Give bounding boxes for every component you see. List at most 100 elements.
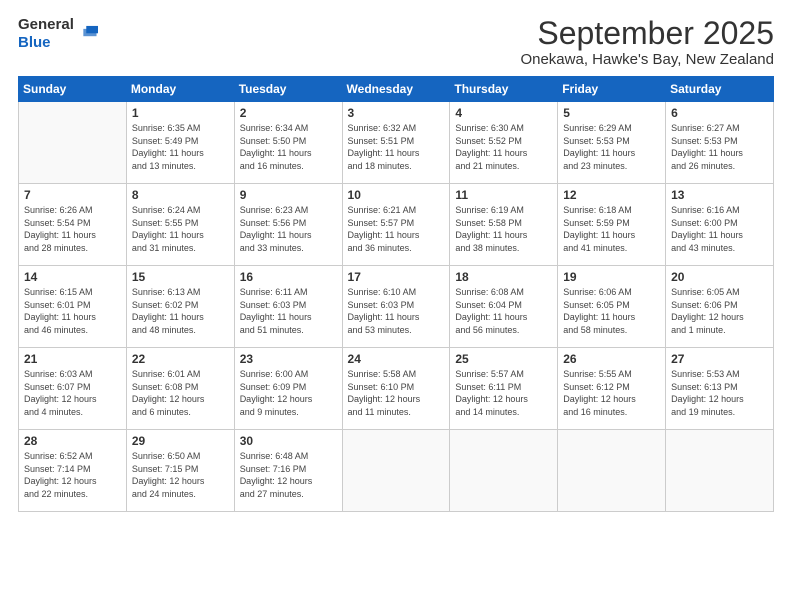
calendar-cell xyxy=(450,430,558,512)
day-number: 1 xyxy=(132,106,229,120)
day-number: 30 xyxy=(240,434,337,448)
day-info: Sunrise: 6:52 AM Sunset: 7:14 PM Dayligh… xyxy=(24,450,121,500)
calendar-cell: 17 Sunrise: 6:10 AM Sunset: 6:03 PM Dayli… xyxy=(342,266,450,348)
day-info: Sunrise: 6:05 AM Sunset: 6:06 PM Dayligh… xyxy=(671,286,768,336)
day-info: Sunrise: 6:08 AM Sunset: 6:04 PM Dayligh… xyxy=(455,286,552,336)
day-info: Sunrise: 6:03 AM Sunset: 6:07 PM Dayligh… xyxy=(24,368,121,418)
header-thursday: Thursday xyxy=(450,77,558,102)
header: General Blue September 2025 Onekawa, Haw… xyxy=(18,16,774,68)
calendar-cell xyxy=(666,430,774,512)
day-info: Sunrise: 6:26 AM Sunset: 5:54 PM Dayligh… xyxy=(24,204,121,254)
day-number: 16 xyxy=(240,270,337,284)
day-info: Sunrise: 6:21 AM Sunset: 5:57 PM Dayligh… xyxy=(348,204,445,254)
calendar-cell: 22 Sunrise: 6:01 AM Sunset: 6:08 PM Dayli… xyxy=(126,348,234,430)
day-number: 8 xyxy=(132,188,229,202)
header-monday: Monday xyxy=(126,77,234,102)
day-info: Sunrise: 5:55 AM Sunset: 6:12 PM Dayligh… xyxy=(563,368,660,418)
calendar-cell: 18 Sunrise: 6:08 AM Sunset: 6:04 PM Dayli… xyxy=(450,266,558,348)
day-info: Sunrise: 6:27 AM Sunset: 5:53 PM Dayligh… xyxy=(671,122,768,172)
day-info: Sunrise: 6:13 AM Sunset: 6:02 PM Dayligh… xyxy=(132,286,229,336)
day-number: 26 xyxy=(563,352,660,366)
calendar-cell: 15 Sunrise: 6:13 AM Sunset: 6:02 PM Dayli… xyxy=(126,266,234,348)
calendar-cell: 13 Sunrise: 6:16 AM Sunset: 6:00 PM Dayli… xyxy=(666,184,774,266)
day-info: Sunrise: 6:34 AM Sunset: 5:50 PM Dayligh… xyxy=(240,122,337,172)
calendar-cell: 27Sunrise: 5:53 AM Sunset: 6:13 PM Dayli… xyxy=(666,348,774,430)
calendar-cell: 19 Sunrise: 6:06 AM Sunset: 6:05 PM Dayli… xyxy=(558,266,666,348)
calendar-cell xyxy=(558,430,666,512)
calendar-header-row: SundayMondayTuesdayWednesdayThursdayFrid… xyxy=(19,77,774,102)
calendar-week-row: 28 Sunrise: 6:52 AM Sunset: 7:14 PM Dayli… xyxy=(19,430,774,512)
day-number: 11 xyxy=(455,188,552,202)
header-wednesday: Wednesday xyxy=(342,77,450,102)
day-number: 29 xyxy=(132,434,229,448)
day-number: 19 xyxy=(563,270,660,284)
day-number: 4 xyxy=(455,106,552,120)
calendar-cell: 5Sunrise: 6:29 AM Sunset: 5:53 PM Daylig… xyxy=(558,102,666,184)
day-number: 7 xyxy=(24,188,121,202)
day-number: 14 xyxy=(24,270,121,284)
day-number: 22 xyxy=(132,352,229,366)
calendar-cell: 6 Sunrise: 6:27 AM Sunset: 5:53 PM Daylig… xyxy=(666,102,774,184)
day-number: 2 xyxy=(240,106,337,120)
day-number: 20 xyxy=(671,270,768,284)
calendar-cell: 1Sunrise: 6:35 AM Sunset: 5:49 PM Daylig… xyxy=(126,102,234,184)
calendar-cell: 3 Sunrise: 6:32 AM Sunset: 5:51 PM Daylig… xyxy=(342,102,450,184)
calendar-cell: 2 Sunrise: 6:34 AM Sunset: 5:50 PM Daylig… xyxy=(234,102,342,184)
calendar-week-row: 1Sunrise: 6:35 AM Sunset: 5:49 PM Daylig… xyxy=(19,102,774,184)
day-info: Sunrise: 6:24 AM Sunset: 5:55 PM Dayligh… xyxy=(132,204,229,254)
month-title: September 2025 xyxy=(520,16,774,51)
calendar-cell: 16 Sunrise: 6:11 AM Sunset: 6:03 PM Dayli… xyxy=(234,266,342,348)
header-sunday: Sunday xyxy=(19,77,127,102)
location-title: Onekawa, Hawke's Bay, New Zealand xyxy=(520,51,774,68)
calendar-week-row: 14Sunrise: 6:15 AM Sunset: 6:01 PM Dayli… xyxy=(19,266,774,348)
calendar-cell: 21 Sunrise: 6:03 AM Sunset: 6:07 PM Dayli… xyxy=(19,348,127,430)
day-number: 13 xyxy=(671,188,768,202)
header-friday: Friday xyxy=(558,77,666,102)
day-info: Sunrise: 6:16 AM Sunset: 6:00 PM Dayligh… xyxy=(671,204,768,254)
calendar-cell: 28 Sunrise: 6:52 AM Sunset: 7:14 PM Dayli… xyxy=(19,430,127,512)
day-number: 6 xyxy=(671,106,768,120)
day-info: Sunrise: 6:11 AM Sunset: 6:03 PM Dayligh… xyxy=(240,286,337,336)
calendar-cell xyxy=(19,102,127,184)
day-number: 3 xyxy=(348,106,445,120)
day-info: Sunrise: 6:10 AM Sunset: 6:03 PM Dayligh… xyxy=(348,286,445,336)
day-number: 10 xyxy=(348,188,445,202)
day-number: 17 xyxy=(348,270,445,284)
day-number: 12 xyxy=(563,188,660,202)
calendar-cell: 7 Sunrise: 6:26 AM Sunset: 5:54 PM Daylig… xyxy=(19,184,127,266)
day-info: Sunrise: 5:57 AM Sunset: 6:11 PM Dayligh… xyxy=(455,368,552,418)
calendar-cell: 23Sunrise: 6:00 AM Sunset: 6:09 PM Dayli… xyxy=(234,348,342,430)
calendar-cell: 8 Sunrise: 6:24 AM Sunset: 5:55 PM Daylig… xyxy=(126,184,234,266)
calendar-table: SundayMondayTuesdayWednesdayThursdayFrid… xyxy=(18,76,774,512)
day-number: 21 xyxy=(24,352,121,366)
day-number: 28 xyxy=(24,434,121,448)
calendar-cell: 30 Sunrise: 6:48 AM Sunset: 7:16 PM Dayli… xyxy=(234,430,342,512)
day-number: 25 xyxy=(455,352,552,366)
day-number: 15 xyxy=(132,270,229,284)
day-info: Sunrise: 6:29 AM Sunset: 5:53 PM Dayligh… xyxy=(563,122,660,172)
day-info: Sunrise: 6:06 AM Sunset: 6:05 PM Dayligh… xyxy=(563,286,660,336)
day-info: Sunrise: 6:50 AM Sunset: 7:15 PM Dayligh… xyxy=(132,450,229,500)
day-info: Sunrise: 6:01 AM Sunset: 6:08 PM Dayligh… xyxy=(132,368,229,418)
calendar-week-row: 21 Sunrise: 6:03 AM Sunset: 6:07 PM Dayli… xyxy=(19,348,774,430)
day-number: 18 xyxy=(455,270,552,284)
calendar-cell xyxy=(342,430,450,512)
day-info: Sunrise: 6:48 AM Sunset: 7:16 PM Dayligh… xyxy=(240,450,337,500)
header-saturday: Saturday xyxy=(666,77,774,102)
logo: General Blue xyxy=(18,16,98,52)
day-number: 23 xyxy=(240,352,337,366)
logo-general: General xyxy=(18,16,74,33)
calendar-cell: 24Sunrise: 5:58 AM Sunset: 6:10 PM Dayli… xyxy=(342,348,450,430)
day-info: Sunrise: 6:18 AM Sunset: 5:59 PM Dayligh… xyxy=(563,204,660,254)
calendar-cell: 20 Sunrise: 6:05 AM Sunset: 6:06 PM Dayli… xyxy=(666,266,774,348)
day-info: Sunrise: 6:32 AM Sunset: 5:51 PM Dayligh… xyxy=(348,122,445,172)
calendar-cell: 14Sunrise: 6:15 AM Sunset: 6:01 PM Dayli… xyxy=(19,266,127,348)
day-info: Sunrise: 6:23 AM Sunset: 5:56 PM Dayligh… xyxy=(240,204,337,254)
day-number: 9 xyxy=(240,188,337,202)
calendar-cell: 26 Sunrise: 5:55 AM Sunset: 6:12 PM Dayli… xyxy=(558,348,666,430)
logo-icon xyxy=(76,23,98,45)
calendar-cell: 9 Sunrise: 6:23 AM Sunset: 5:56 PM Daylig… xyxy=(234,184,342,266)
logo-blue: Blue xyxy=(18,34,51,51)
day-info: Sunrise: 6:30 AM Sunset: 5:52 PM Dayligh… xyxy=(455,122,552,172)
calendar-cell: 4 Sunrise: 6:30 AM Sunset: 5:52 PM Daylig… xyxy=(450,102,558,184)
